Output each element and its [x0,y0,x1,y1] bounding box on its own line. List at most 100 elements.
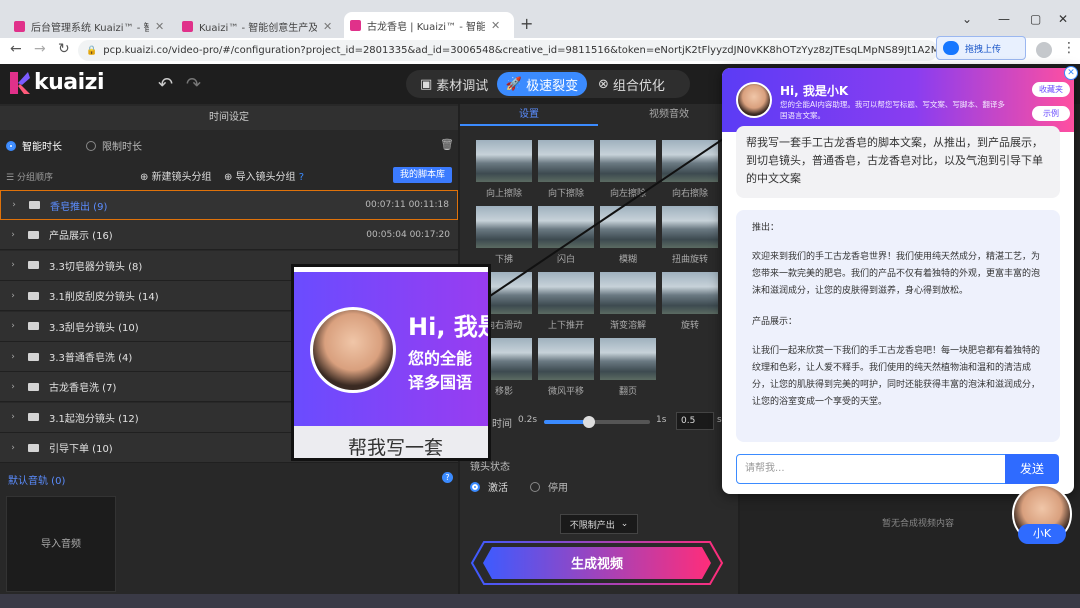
browser-tab-3-active[interactable]: 古龙香皂 | Kuaizi™ - 智能创意生✕ [344,12,514,38]
chat-close-icon[interactable]: ✕ [1064,66,1078,80]
radio-checked-icon [470,481,480,492]
profile-icon[interactable] [1036,42,1052,58]
chat-subtitle: 您的全能AI内容助理。我可以帮您写标题、写文案、写脚本、翻译多国语言文案。 [780,100,1005,120]
assistant-reply: 推出： 欢迎来到我们的手工古龙香皂世界！我们使用纯天然成分，精湛工艺，为您带来一… [736,210,1060,442]
film-icon: ▣ [420,76,433,92]
example-button[interactable]: 示例 [1032,106,1070,121]
new-tab-button[interactable]: + [520,14,533,33]
import-audio-button[interactable]: 导入音频 [6,496,116,592]
transition-label: 旋转 [680,321,699,331]
upload-extension[interactable]: 拖拽上传 [936,36,1026,60]
new-group-button[interactable]: ⊕ 新建镜头分组 [140,168,212,183]
chevron-right-icon[interactable]: › [4,291,22,301]
reply-paragraph-showcase: 让我们一起来欣赏一下我们的手工古龙香皂吧！每一块肥皂都有着独特的纹理和色彩，让人… [752,346,1041,407]
chat-input-field[interactable]: 请帮我... [736,454,1006,484]
audio-help-icon[interactable]: ? [442,472,453,483]
menu-icon[interactable]: ⋮ [1062,40,1076,56]
chat-avatar [736,82,772,118]
zoom-greeting: Hi, 我是 [408,313,488,341]
send-button[interactable]: 发送 [1005,454,1059,484]
chat-title: Hi, 我是小K [780,84,849,98]
chevron-down-icon: ⌄ [620,519,629,529]
forward-icon[interactable]: → [34,41,46,57]
group-name: 产品展示 (16) [49,231,113,243]
undo-icon[interactable]: ↶ [158,74,173,95]
folder-icon [28,230,39,239]
shot-group-row[interactable]: › 产品展示 (16) 00:05:04 00:17:20 [0,220,458,251]
kuaizi-favicon [14,20,25,32]
generate-video-button[interactable]: 生成视频 [470,540,724,586]
reply-heading-showcase: 产品展示： [752,317,798,327]
group-time-range: 00:05:04 00:17:20 [366,229,450,240]
cloud-icon [943,41,959,55]
mode-combo-optimize[interactable]: ⊗ 组合优化 [594,73,669,95]
script-library-button[interactable]: 我的脚本库 [393,167,452,183]
status-disabled-radio[interactable]: 停用 [530,479,568,494]
transition-label: 翻页 [618,387,637,397]
close-icon[interactable]: ✕ [491,19,500,32]
zoom-avatar [310,307,396,393]
chevron-right-icon[interactable]: › [4,230,22,240]
option-smart-duration[interactable]: 智能时长 [6,138,62,153]
transition-label: 微风平移 [547,387,584,397]
duration-slider-fill [544,420,587,424]
favorites-button[interactable]: 收藏夹 [1032,82,1070,97]
zoom-subtitle-2: 译多国语 [408,373,473,392]
back-icon[interactable]: ← [10,41,22,57]
combo-icon: ⊗ [598,76,609,92]
chevron-right-icon[interactable]: › [5,200,23,210]
reload-icon[interactable]: ↻ [58,41,70,57]
minimize-icon[interactable]: — [998,12,1010,26]
mode-material-debug[interactable]: ▣ 素材调试 [414,73,494,95]
redo-icon[interactable]: ↷ [186,74,201,95]
zoom-prompt-text: 帮我写一套 [348,437,444,459]
chevron-right-icon[interactable]: › [4,321,22,331]
chevron-right-icon[interactable]: › [4,352,22,362]
kuaizi-logo[interactable]: kuaizi [10,70,105,95]
group-time-range: 00:07:11 00:11:18 [365,200,449,210]
chevron-right-icon[interactable]: › [4,260,22,270]
user-message-text: 帮我写一套手工古龙香皂的脚本文案，从推出，到产品展示，到切皂镜头，普通香皂，古龙… [746,136,1043,185]
chevron-right-icon[interactable]: › [4,412,22,422]
folder-icon [28,413,39,422]
help-icon[interactable]: ? [296,172,304,183]
browser-tab-1[interactable]: 后台管理系统 Kuaizi™ - 智能创意✕ [8,14,174,38]
folder-icon [28,382,39,391]
kuaizi-favicon [350,19,361,31]
assistant-float-label[interactable]: 小K [1018,524,1066,544]
status-active-radio[interactable]: 激活 [470,479,508,494]
reply-paragraph-launch: 欢迎来到我们的手工古龙香皂世界！我们使用纯天然成分，精湛工艺，为您带来一款完美的… [752,252,1041,296]
group-name: 香皂推出 (9) [50,201,108,213]
user-message: 帮我写一套手工古龙香皂的脚本文案，从推出，到产品展示，到切皂镜头，普通香皂，古龙… [736,126,1060,198]
chevron-right-icon[interactable]: › [4,443,22,453]
close-icon[interactable]: ✕ [155,20,164,33]
import-group-button[interactable]: ⊕ 导入镜头分组 ? [224,168,304,183]
radio-checked-icon [6,140,16,151]
radio-icon [530,481,540,492]
zoom-overlay: Hi, 我是 您的全能 译多国语 帮我写一套 [291,264,491,461]
duration-slider[interactable] [544,416,650,428]
taskbar [0,594,1080,608]
output-limit-select[interactable]: 不限制产出 ⌄ [560,514,638,534]
browser-tab-2[interactable]: Kuaizi™ - 智能创意生产及协作平✕ [176,14,342,38]
maximize-icon[interactable]: ▢ [1030,12,1041,26]
option-limit-duration[interactable]: 限制时长 [86,138,142,153]
folder-icon [28,322,39,331]
chevron-right-icon[interactable]: › [4,382,22,392]
address-bar[interactable]: 🔒 pcp.kuaizi.co/video-pro/#/configuratio… [78,40,938,61]
transition-thumbnail[interactable] [600,338,656,380]
transition-thumbnail[interactable] [538,338,594,380]
group-order-button[interactable]: ☰ 分组顺序 [6,170,53,183]
tab-search-icon[interactable]: ⌄ [962,12,972,26]
shot-group-row[interactable]: › 香皂推出 (9) 00:07:11 00:11:18 [0,190,458,220]
lock-icon: 🔒 [86,45,98,56]
trash-icon[interactable]: 🗑 [440,138,454,151]
close-window-icon[interactable]: ✕ [1058,12,1068,26]
mode-fast-fission[interactable]: 🚀 极速裂变 [497,72,587,96]
close-icon[interactable]: ✕ [323,20,332,33]
duration-value-input[interactable]: 0.5 [676,412,714,430]
audio-track-header: 默认音轨 (0) [8,476,66,487]
folder-icon [28,443,39,452]
duration-min-label: 0.2s [518,415,538,425]
duration-label: 时间 [492,419,512,430]
